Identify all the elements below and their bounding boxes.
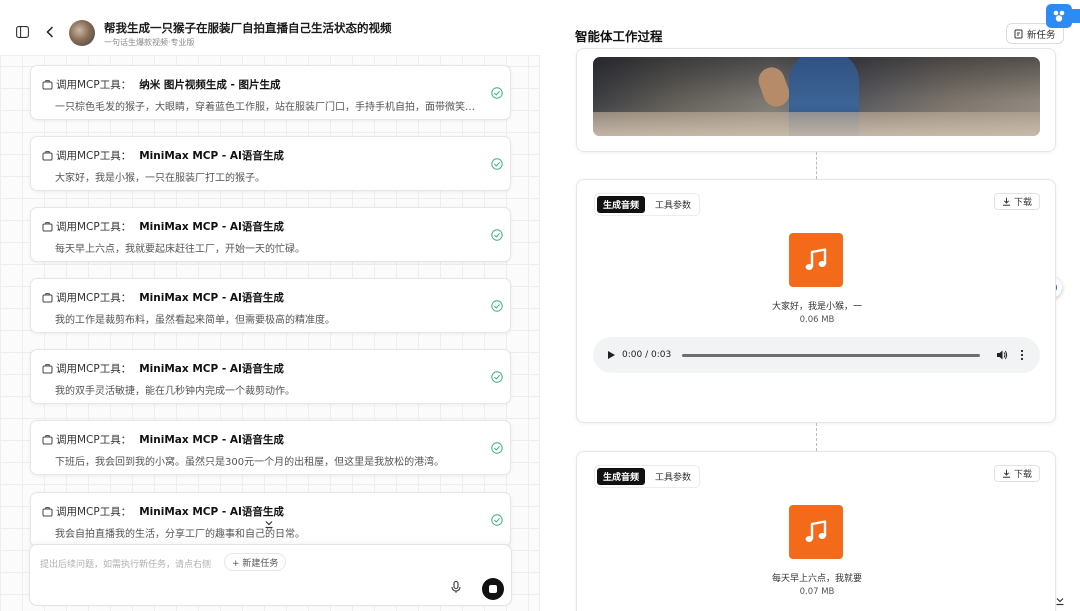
sidebar-toggle-icon[interactable] <box>12 22 32 42</box>
tool-call-card[interactable]: 调用MCP工具： MiniMax MCP - AI语音生成 我的工作是裁剪布料，… <box>30 278 511 333</box>
stop-icon <box>489 585 497 593</box>
chat-header: 帮我生成一只猴子在服装厂自拍直播自己生活状态的视频 一句话生爆款视频·专业版 <box>0 0 540 56</box>
scroll-to-bottom-icon[interactable] <box>263 519 275 531</box>
tool-call-text: 大家好，我是小猴，一只在服装厂打工的猴子。 <box>55 173 265 184</box>
audio-file-size: 0.06 MB <box>799 315 835 325</box>
task-title: 帮我生成一只猴子在服装厂自拍直播自己生活状态的视频 <box>104 21 392 35</box>
tool-prefix: 调用MCP工具： <box>56 150 132 162</box>
step-connector <box>816 152 817 179</box>
audio-time: 0:00 / 0:03 <box>622 350 672 360</box>
play-icon[interactable] <box>606 350 616 360</box>
generated-image[interactable] <box>593 57 1040 136</box>
chat-panel: 帮我生成一只猴子在服装厂自拍直播自己生活状态的视频 一句话生爆款视频·专业版 调… <box>0 0 540 611</box>
step-connector <box>816 423 817 451</box>
tool-call-card[interactable]: 调用MCP工具： 纳米 图片视频生成 - 图片生成 一只棕色毛发的猴子，大眼睛，… <box>30 65 511 120</box>
audio-result-card: 生成音频 工具参数 下载 大家好，我是小猴，一 0.06 MB 0:00 / 0… <box>576 179 1056 423</box>
tool-name: MiniMax MCP - AI语音生成 <box>139 506 284 518</box>
audio-file-size: 0.07 MB <box>799 587 835 597</box>
tool-call-card[interactable]: 调用MCP工具： MiniMax MCP - AI语音生成 每天早上六点，我就要… <box>30 207 511 262</box>
toolbox-icon <box>42 506 53 517</box>
side-tab[interactable] <box>1072 9 1080 23</box>
download-button[interactable]: 下载 <box>993 193 1040 210</box>
stop-button[interactable] <box>482 578 504 600</box>
check-circle-icon <box>491 514 503 526</box>
result-tabs: 生成音频 工具参数 <box>594 193 701 216</box>
check-circle-icon <box>491 158 503 170</box>
tool-name: MiniMax MCP - AI语音生成 <box>139 434 284 446</box>
check-circle-icon <box>491 371 503 383</box>
tool-name: MiniMax MCP - AI语音生成 <box>139 363 284 375</box>
download-label: 下载 <box>1013 470 1032 480</box>
check-circle-icon <box>491 229 503 241</box>
task-avatar <box>69 20 95 46</box>
tool-call-text: 每天早上六点，我就要起床赶往工厂，开始一天的忙碌。 <box>55 244 305 255</box>
scroll-to-bottom-icon[interactable] <box>1054 596 1066 608</box>
check-circle-icon <box>491 442 503 454</box>
new-task-icon <box>1014 29 1023 38</box>
tab-tool-params[interactable]: 工具参数 <box>649 196 697 213</box>
tool-name: MiniMax MCP - AI语音生成 <box>139 221 284 233</box>
composer[interactable]: 提出后续问题，如需执行新任务，请点右侧 + 新建任务 <box>29 544 512 606</box>
tool-prefix: 调用MCP工具： <box>56 221 132 233</box>
microphone-icon[interactable] <box>449 580 463 594</box>
tool-prefix: 调用MCP工具： <box>56 363 132 375</box>
tool-name: 纳米 图片视频生成 - 图片生成 <box>139 79 281 91</box>
paw-icon <box>1053 10 1065 22</box>
toolbox-icon <box>42 434 53 445</box>
tool-call-card[interactable]: 调用MCP工具： MiniMax MCP - AI语音生成 下班后，我会回到我的… <box>30 420 511 475</box>
toolbox-icon <box>42 79 53 90</box>
composer-input[interactable]: 提出后续问题，如需执行新任务，请点右侧 <box>40 557 211 570</box>
tool-call-card[interactable]: 调用MCP工具： MiniMax MCP - AI语音生成 大家好，我是小猴，一… <box>30 136 511 191</box>
new-task-chip[interactable]: + 新建任务 <box>224 553 287 571</box>
download-label: 下载 <box>1013 198 1032 208</box>
tool-name: MiniMax MCP - AI语音生成 <box>139 292 284 304</box>
panel-title: 智能体工作过程 <box>575 29 663 44</box>
music-note-icon <box>789 233 843 287</box>
download-icon <box>1002 469 1010 478</box>
check-circle-icon <box>491 87 503 99</box>
tool-call-text: 一只棕色毛发的猴子，大眼睛，穿着蓝色工作服，站在服装厂门口，手持手机自拍，面带微… <box>55 102 483 113</box>
toolbox-icon <box>42 221 53 232</box>
task-subtitle: 一句话生爆款视频·专业版 <box>104 38 195 47</box>
more-options-icon[interactable] <box>1020 349 1024 361</box>
tab-generated-audio[interactable]: 生成音频 <box>597 196 646 213</box>
tab-generated-audio[interactable]: 生成音频 <box>597 468 646 485</box>
tool-prefix: 调用MCP工具： <box>56 79 132 91</box>
download-button[interactable]: 下载 <box>993 465 1040 482</box>
tool-prefix: 调用MCP工具： <box>56 434 132 446</box>
tool-call-text: 我的工作是裁剪布料，虽然看起来简单，但需要极高的精准度。 <box>55 315 335 326</box>
assistant-badge[interactable] <box>1046 4 1072 28</box>
tool-call-text: 下班后，我会回到我的小窝。虽然只是300元一个月的出租屋，但这里是我放松的港湾。 <box>55 457 445 468</box>
new-task-label: 新任务 <box>1027 29 1056 41</box>
tool-prefix: 调用MCP工具： <box>56 292 132 304</box>
tab-tool-params[interactable]: 工具参数 <box>649 468 697 485</box>
agent-process-panel: 智能体工作过程 新任务 生成音频 工具参数 下载 大家好，我是小猴，一 0.06… <box>540 0 1080 611</box>
audio-player[interactable]: 0:00 / 0:03 <box>593 337 1040 373</box>
audio-caption: 大家好，我是小猴，一 <box>771 302 862 312</box>
toolbox-icon <box>42 292 53 303</box>
music-note-icon <box>789 505 843 559</box>
tool-call-card[interactable]: 调用MCP工具： MiniMax MCP - AI语音生成 我的双手灵活敏捷，能… <box>30 349 511 404</box>
generated-image-card <box>576 48 1056 152</box>
audio-result-card: 生成音频 工具参数 下载 每天早上六点，我就要 0.07 MB <box>576 451 1056 611</box>
tool-prefix: 调用MCP工具： <box>56 506 132 518</box>
volume-icon[interactable] <box>996 349 1008 361</box>
audio-progress-slider[interactable] <box>682 353 981 357</box>
audio-caption: 每天早上六点，我就要 <box>771 574 862 584</box>
back-arrow-icon[interactable] <box>40 22 60 42</box>
tool-name: MiniMax MCP - AI语音生成 <box>139 150 284 162</box>
tool-call-text: 我的双手灵活敏捷，能在几秒钟内完成一个裁剪动作。 <box>55 386 295 397</box>
toolbox-icon <box>42 150 53 161</box>
toolbox-icon <box>42 363 53 374</box>
download-icon <box>1002 197 1010 206</box>
check-circle-icon <box>491 300 503 312</box>
result-tabs: 生成音频 工具参数 <box>594 465 701 488</box>
